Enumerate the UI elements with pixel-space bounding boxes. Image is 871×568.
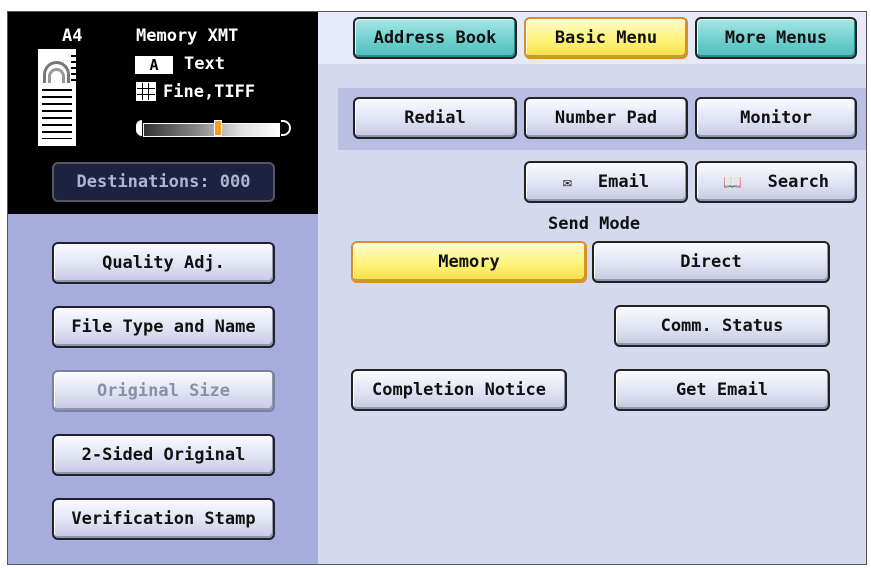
density-track	[143, 123, 280, 137]
redial-button[interactable]: Redial	[353, 97, 517, 139]
monitor-button[interactable]: Monitor	[695, 97, 857, 139]
text-mode-label: Text	[184, 54, 225, 74]
tab-more-menus[interactable]: More Menus	[695, 17, 857, 59]
email-button[interactable]: ✉ Email	[524, 161, 688, 203]
envelope-icon: ✉	[562, 173, 572, 191]
status-panel: A4 Memory XMT A Text Fine,TIFF Destinati…	[8, 12, 318, 214]
original-size-button: Original Size	[52, 370, 275, 412]
send-mode-title: Send Mode	[548, 214, 641, 234]
search-button-label: Search	[767, 172, 830, 192]
book-icon: 📖	[722, 173, 742, 191]
send-mode-direct-button[interactable]: Direct	[592, 241, 830, 283]
quality-adj-button[interactable]: Quality Adj.	[52, 242, 275, 284]
text-mode-icon: A	[135, 56, 173, 74]
mode-title: Memory XMT	[136, 26, 239, 46]
resolution-grid-icon	[136, 82, 156, 101]
verification-stamp-button[interactable]: Verification Stamp	[52, 498, 275, 540]
tab-basic-menu[interactable]: Basic Menu	[524, 17, 688, 59]
send-mode-memory-button[interactable]: Memory	[351, 241, 587, 283]
tab-address-book[interactable]: Address Book	[353, 17, 517, 59]
comm-status-button[interactable]: Comm. Status	[614, 305, 830, 347]
completion-notice-button[interactable]: Completion Notice	[351, 369, 567, 411]
main-panel: Address Book Basic Menu More Menus Redia…	[318, 12, 866, 564]
density-dark-end	[281, 120, 291, 136]
destinations-count: Destinations: 000	[52, 162, 275, 202]
get-email-button[interactable]: Get Email	[614, 369, 830, 411]
density-thumb	[213, 120, 222, 136]
resolution-label: Fine,TIFF	[163, 82, 256, 102]
document-icon	[38, 49, 76, 146]
density-slider	[136, 118, 296, 138]
two-sided-original-button[interactable]: 2-Sided Original	[52, 434, 275, 476]
density-light-end	[136, 120, 142, 136]
search-button[interactable]: 📖 Search	[695, 161, 857, 203]
file-type-and-name-button[interactable]: File Type and Name	[52, 306, 275, 348]
fax-control-panel: A4 Memory XMT A Text Fine,TIFF Destinati…	[7, 11, 867, 565]
email-button-label: Email	[597, 172, 650, 192]
number-pad-button[interactable]: Number Pad	[524, 97, 688, 139]
options-sidebar: Quality Adj. File Type and Name Original…	[8, 214, 318, 564]
paper-size: A4	[62, 26, 83, 46]
